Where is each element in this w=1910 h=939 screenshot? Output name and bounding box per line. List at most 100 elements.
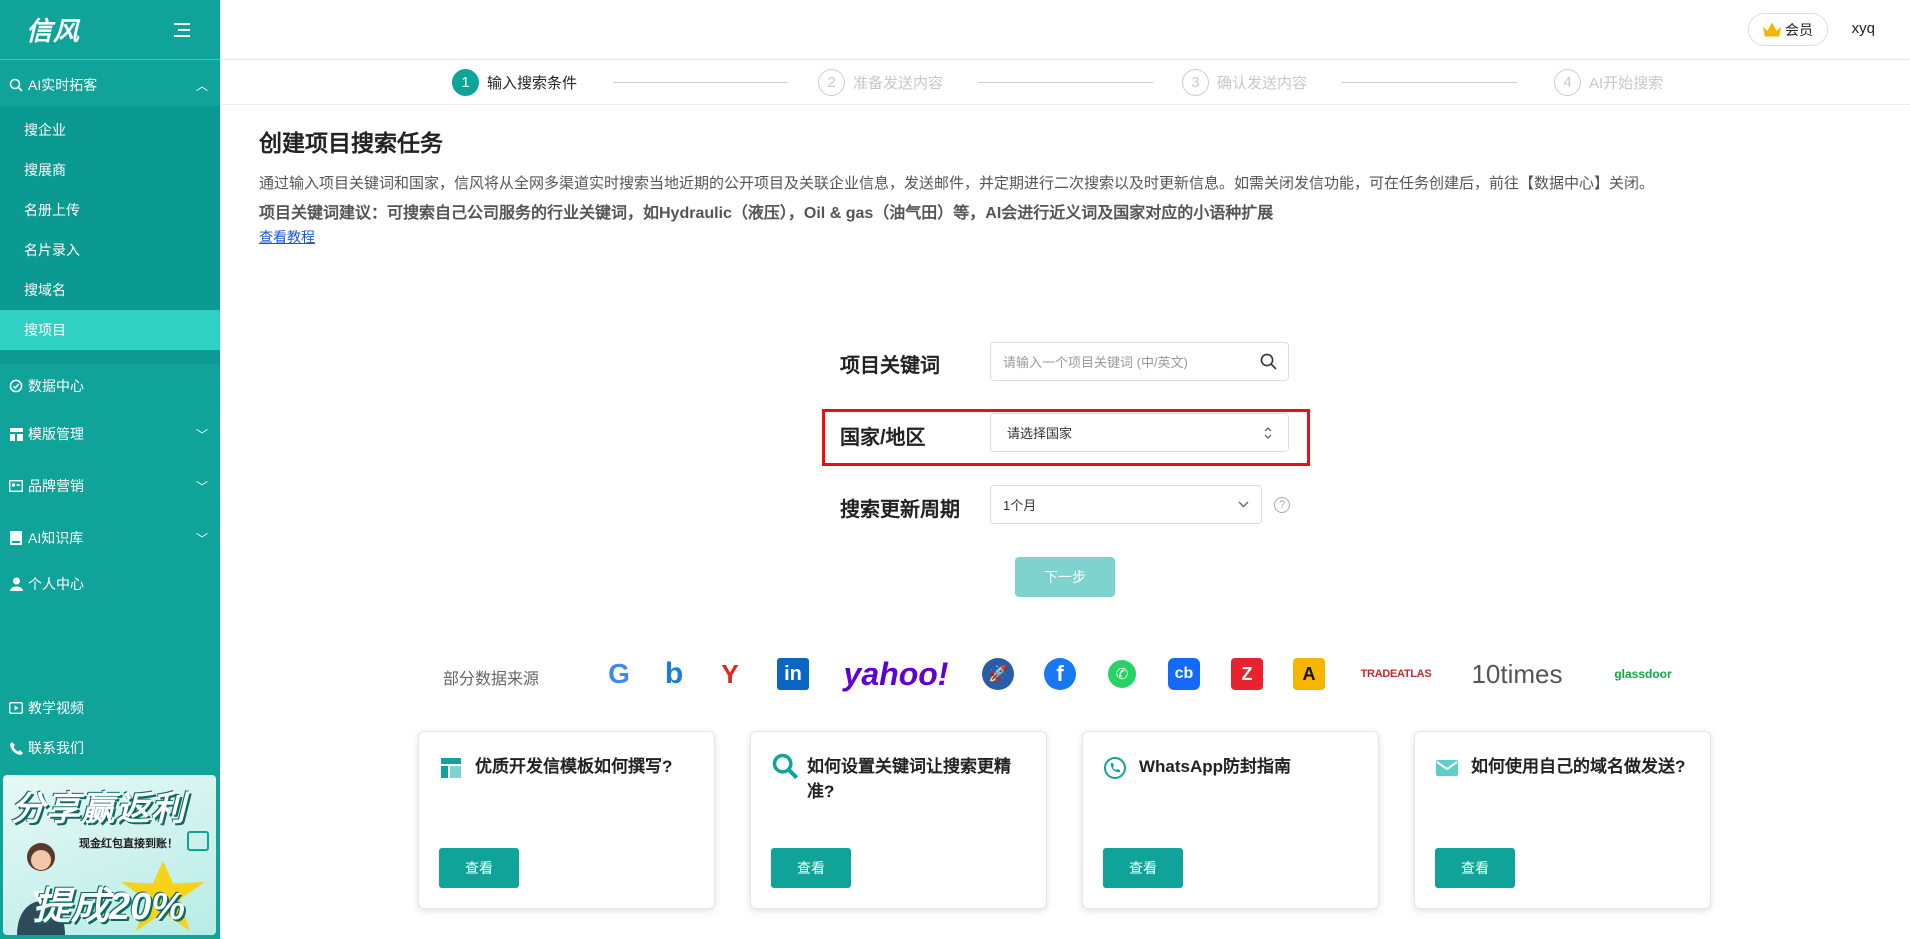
sidebar-item-contact-us[interactable]: 联系我们 — [0, 728, 220, 768]
search-icon — [8, 77, 24, 93]
vip-button[interactable]: 会员 — [1748, 13, 1828, 46]
crunchbase-logo: cb — [1168, 658, 1200, 690]
country-placeholder: 请选择国家 — [1007, 426, 1073, 441]
menu-collapse-icon[interactable] — [174, 22, 190, 37]
brand-logo: 信风 — [26, 16, 81, 46]
step-4: 4 AI开始搜索 — [1554, 69, 1663, 96]
facebook-logo: f — [1044, 658, 1076, 690]
sidebar-bottom-links: 教学视频 联系我们 — [0, 688, 220, 768]
sidebar-group-brand-marketing[interactable]: 品牌营销 ﹀ — [0, 460, 220, 512]
sidebar-item-exhibitors[interactable]: 搜展商 — [0, 150, 220, 190]
apollo-logo: A — [1293, 658, 1325, 690]
card-title: 如何设置关键词让搜索更精准? — [807, 757, 1011, 801]
chevron-down-icon: ﹀ — [195, 531, 208, 546]
country-select[interactable]: 请选择国家 — [990, 413, 1289, 452]
bing-logo: b — [664, 657, 684, 690]
page-title: 创建项目搜索任务 — [259, 130, 443, 156]
sidebar-group-label: AI实时拓客 — [28, 77, 98, 93]
step-number: 3 — [1182, 69, 1209, 96]
zoominfo-logo: Z — [1231, 658, 1263, 690]
sidebar-item-label: 联系我们 — [28, 740, 84, 756]
sidebar-item-data-center[interactable]: 数据中心 — [0, 364, 220, 408]
sidebar-group-ai-knowledge[interactable]: AI知识库 ﹀ — [0, 512, 220, 564]
mail-icon — [1436, 760, 1458, 776]
sidebar-item-card-entry[interactable]: 名片录入 — [0, 230, 220, 270]
sidebar-item-companies[interactable]: 搜企业 — [0, 110, 220, 150]
sidebar-item-label: 模版管理 — [28, 426, 84, 442]
card-title: 如何使用自己的域名做发送? — [1471, 757, 1686, 776]
sidebar: 信风 AI实时拓客 ︿ 搜企业 搜展商 名册上传 名片录入 搜域名 搜项目 数据… — [0, 0, 220, 939]
help-card-keywords: 如何设置关键词让搜索更精准? 查看 — [750, 731, 1047, 909]
sidebar-item-projects[interactable]: 搜项目 — [0, 310, 220, 350]
sidebar-item-tutorial-videos[interactable]: 教学视频 — [0, 688, 220, 728]
period-select[interactable]: 1个月 — [990, 485, 1262, 524]
whatsapp-icon — [1104, 757, 1126, 779]
sidebar-divider — [0, 354, 220, 364]
step-1: 1 输入搜索条件 — [452, 69, 577, 96]
top-bar: 会员 xyq — [220, 0, 1910, 60]
intro-description: 通过输入项目关键词和国家，信风将从全网多渠道实时搜索当地近期的公开项目及关联企业… — [259, 175, 1655, 192]
brand-card-icon — [8, 478, 24, 494]
help-card-whatsapp: WhatsApp防封指南 查看 — [1082, 731, 1379, 909]
sidebar-item-list-upload[interactable]: 名册上传 — [0, 190, 220, 230]
help-card-domain: 如何使用自己的域名做发送? 查看 — [1414, 731, 1711, 909]
sidebar-submenu: 搜企业 搜展商 名册上传 名片录入 搜域名 搜项目 — [0, 106, 220, 354]
sidebar-item-label: 数据中心 — [28, 378, 84, 394]
video-icon — [8, 700, 24, 716]
step-progress: 1 输入搜索条件 2 准备发送内容 3 确认发送内容 4 AI开始搜索 — [220, 61, 1910, 105]
step-number: 4 — [1554, 69, 1581, 96]
sidebar-item-label: 个人中心 — [28, 576, 84, 592]
sidebar-item-label: AI知识库 — [28, 530, 84, 546]
step-label: 确认发送内容 — [1217, 75, 1308, 92]
view-tutorial-link[interactable]: 查看教程 — [259, 229, 315, 245]
search-icon[interactable] — [1248, 353, 1288, 370]
intro-section: 创建项目搜索任务 通过输入项目关键词和国家，信风将从全网多渠道实时搜索当地近期的… — [259, 124, 1879, 247]
step-label: 输入搜索条件 — [487, 75, 578, 92]
template-layout-icon — [441, 758, 461, 778]
keyword-label: 项目关键词 — [840, 355, 940, 377]
step-connector — [978, 82, 1153, 83]
book-icon — [8, 530, 24, 546]
yandex-logo: Y — [721, 658, 739, 689]
card-title: 优质开发信模板如何撰写? — [475, 757, 673, 776]
user-icon — [8, 576, 24, 592]
view-button[interactable]: 查看 — [1435, 848, 1515, 888]
gift-icon — [187, 831, 209, 851]
brand-bar: 信风 — [0, 0, 220, 60]
user-menu[interactable]: xyq — [1852, 20, 1875, 37]
step-connector — [613, 82, 788, 83]
sidebar-group-templates[interactable]: 模版管理 ﹀ — [0, 408, 220, 460]
yahoo-logo: yahoo! — [843, 655, 949, 692]
search-icon — [772, 753, 799, 780]
chevron-up-icon: ︿ — [195, 78, 208, 93]
step-label: 准备发送内容 — [853, 75, 944, 92]
keyword-input[interactable]: 请输入一个项目关键词 (中/英文) — [990, 342, 1289, 381]
keyword-placeholder: 请输入一个项目关键词 (中/英文) — [1003, 355, 1188, 370]
check-circle-icon — [8, 378, 24, 394]
data-sources-label: 部分数据来源 — [443, 671, 540, 688]
next-step-button[interactable]: 下一步 — [1015, 557, 1115, 597]
sidebar-item-domains[interactable]: 搜域名 — [0, 270, 220, 310]
crown-icon — [1763, 22, 1781, 37]
view-button[interactable]: 查看 — [439, 848, 519, 888]
view-button[interactable]: 查看 — [771, 848, 851, 888]
chevron-down-icon: ﹀ — [195, 479, 208, 494]
help-icon[interactable]: ? — [1274, 497, 1290, 513]
referral-promo-banner[interactable]: 分享赢返利 现金红包直接到账！ 提成20% — [3, 775, 216, 935]
card-title: WhatsApp防封指南 — [1139, 757, 1292, 776]
country-label: 国家/地区 — [840, 427, 926, 449]
phone-icon — [8, 740, 24, 756]
chevron-down-icon — [1225, 501, 1261, 508]
rocket-logo: 🚀 — [982, 658, 1014, 690]
sidebar-item-label: 品牌营销 — [28, 478, 84, 494]
template-icon — [8, 426, 24, 442]
period-label: 搜索更新周期 — [840, 499, 960, 521]
promo-subtitle: 现金红包直接到账！ — [79, 838, 178, 850]
vip-label: 会员 — [1785, 21, 1813, 38]
promo-title: 分享赢返利 — [11, 790, 186, 828]
view-button[interactable]: 查看 — [1103, 848, 1183, 888]
sidebar-group-ai-prospecting[interactable]: AI实时拓客 ︿ — [0, 64, 220, 106]
sidebar-item-profile[interactable]: 个人中心 — [0, 564, 220, 604]
step-label: AI开始搜索 — [1589, 75, 1664, 92]
linkedin-logo: in — [777, 658, 809, 690]
